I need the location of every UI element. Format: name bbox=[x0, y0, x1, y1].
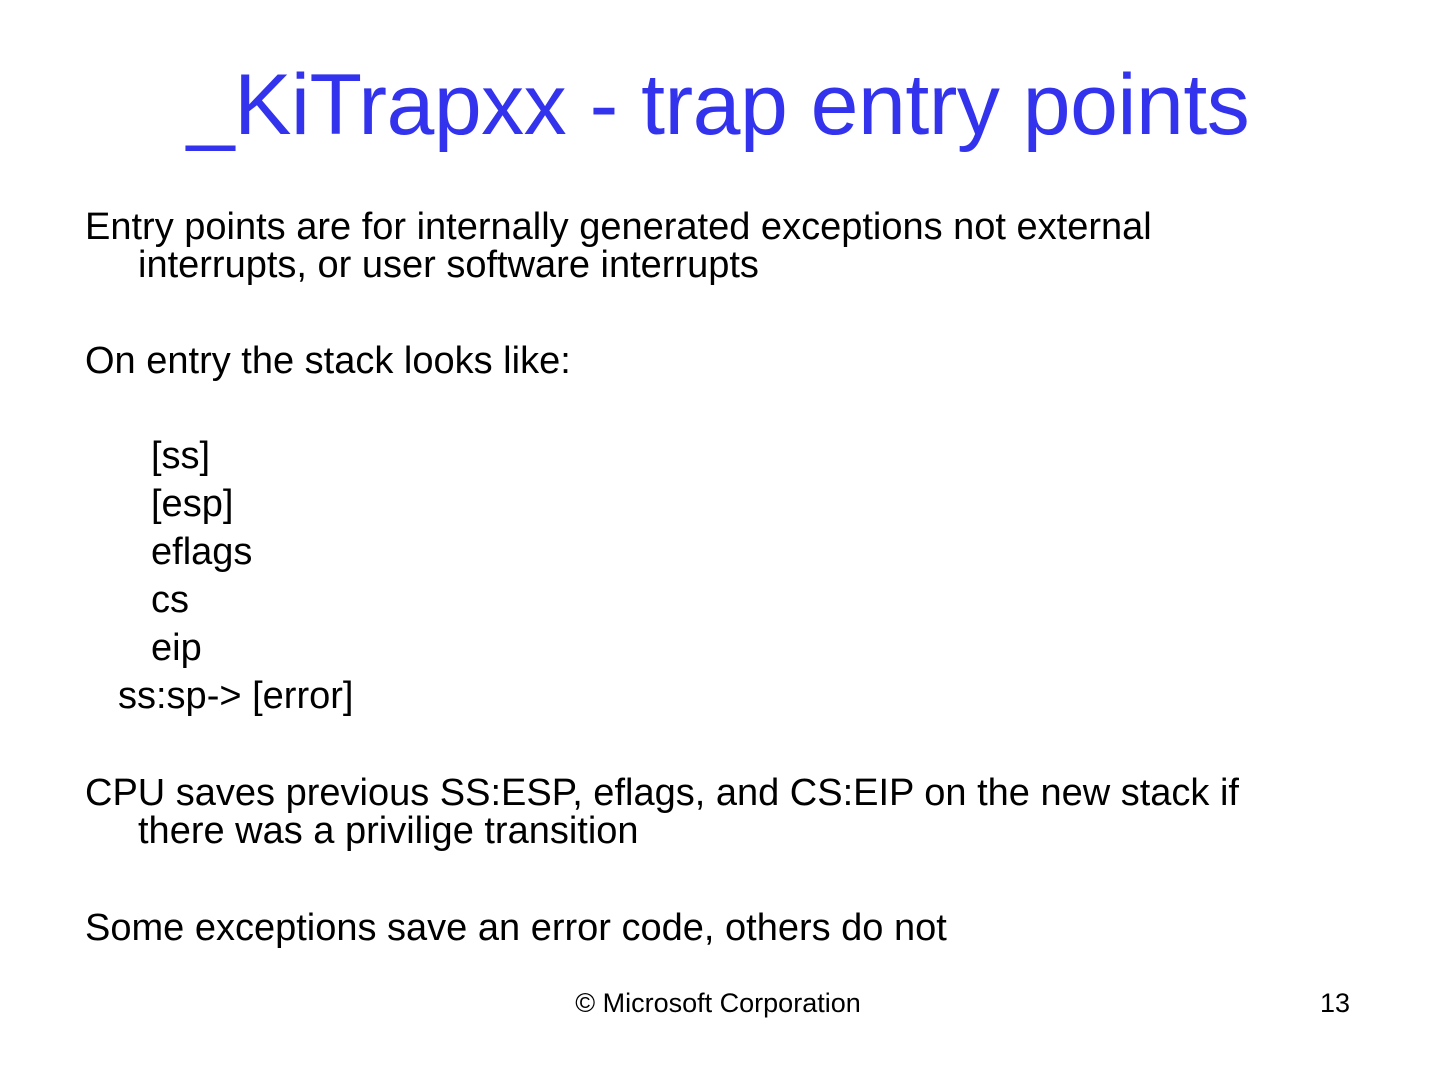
paragraph-cpu-saves-line2: there was a privilige transition bbox=[138, 810, 639, 852]
page-number: 13 bbox=[1319, 988, 1350, 1018]
stack-line-esp: [esp] bbox=[151, 483, 234, 525]
paragraph-error-code: Some exceptions save an error code, othe… bbox=[85, 907, 947, 949]
paragraph-entry-points: Entry points are for internally generate… bbox=[85, 208, 1375, 284]
slide: _KiTrapxx - trap entry points Entry poin… bbox=[0, 0, 1436, 1074]
slide-title: _KiTrapxx - trap entry points bbox=[186, 57, 1250, 153]
paragraph-cpu-saves-line1: CPU saves previous SS:ESP, eflags, and C… bbox=[85, 772, 1239, 814]
footer-copyright: © Microsoft Corporation bbox=[575, 988, 861, 1018]
stack-line-cs: cs bbox=[151, 579, 189, 621]
paragraph-stack-intro: On entry the stack looks like: bbox=[85, 340, 571, 382]
paragraph-entry-points-line2: interrupts, or user software interrupts bbox=[138, 244, 759, 286]
stack-line-ss: [ss] bbox=[151, 435, 211, 477]
paragraph-cpu-saves: CPU saves previous SS:ESP, eflags, and C… bbox=[85, 774, 1375, 850]
paragraph-entry-points-line1: Entry points are for internally generate… bbox=[85, 206, 1152, 248]
stack-line-eip: eip bbox=[151, 627, 202, 669]
stack-line-eflags: eflags bbox=[151, 531, 253, 573]
stack-line-error: ss:sp-> [error] bbox=[118, 675, 354, 717]
